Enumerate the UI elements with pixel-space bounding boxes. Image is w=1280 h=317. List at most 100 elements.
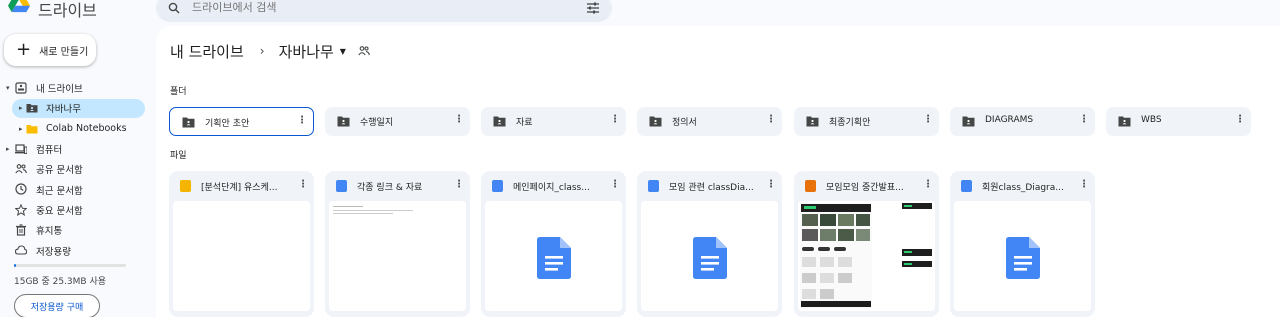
sidebar-item-label: 내 드라이브 xyxy=(36,84,83,96)
more-actions-icon[interactable]: ⋮ xyxy=(923,114,933,125)
folder-card[interactable]: 자료 ⋮ xyxy=(481,107,626,136)
sidebar-item-my-drive[interactable]: ▾ 내 드라이브 xyxy=(0,78,156,98)
new-button[interactable]: + 새로 만들기 xyxy=(4,34,96,66)
folder-card[interactable]: 최종기획안 ⋮ xyxy=(794,107,939,136)
sidebar-item-label: 저장용량 xyxy=(36,246,71,258)
clock-icon xyxy=(15,183,27,196)
google-docs-icon xyxy=(693,237,727,279)
sidebar-item-label: 중요 문서함 xyxy=(36,205,83,217)
docs-file-icon xyxy=(336,180,347,192)
expand-caret-icon[interactable]: ▸ xyxy=(6,145,10,153)
search-icon[interactable] xyxy=(168,2,180,14)
file-name: 각종 링크 & 자료 xyxy=(357,183,423,193)
more-actions-icon[interactable]: ⋮ xyxy=(610,114,620,125)
sidebar-item-starred[interactable]: 중요 문서함 xyxy=(0,200,156,220)
sidebar-item-trash[interactable]: 휴지통 xyxy=(0,220,156,240)
file-card[interactable]: 메인페이지_class... ⋮ xyxy=(481,171,626,317)
sidebar-item-shared-with-me[interactable]: 공유 문서함 xyxy=(0,159,156,179)
plus-icon: + xyxy=(16,39,32,60)
breadcrumb-current[interactable]: 자바나무 xyxy=(279,41,334,62)
sidebar-item-colab-notebooks[interactable]: ▸ Colab Notebooks xyxy=(0,119,156,139)
google-docs-icon xyxy=(537,237,571,279)
expand-caret-icon[interactable]: ▾ xyxy=(6,84,10,92)
search-options-icon[interactable] xyxy=(586,1,600,15)
breadcrumb-separator: › xyxy=(259,44,265,58)
sidebar-item-recent[interactable]: 최근 문서함 xyxy=(0,179,156,199)
folder-name: 기획안 초안 xyxy=(205,119,250,129)
folder-name: 최종기획안 xyxy=(829,118,871,128)
more-actions-icon[interactable]: ⋮ xyxy=(1235,114,1245,125)
computer-icon xyxy=(15,144,27,154)
sidebar-item-computers[interactable]: ▸ 컴퓨터 xyxy=(0,139,156,159)
more-actions-icon[interactable]: ⋮ xyxy=(766,114,776,125)
buy-storage-button[interactable]: 저장용량 구매 xyxy=(14,294,100,317)
file-thumbnail xyxy=(798,201,935,311)
folder-name: WBS xyxy=(1141,115,1162,125)
more-actions-icon[interactable]: ⋮ xyxy=(766,179,776,190)
shared-folder-icon xyxy=(337,116,350,127)
shared-folder-icon xyxy=(962,116,975,127)
file-thumbnail xyxy=(641,201,778,311)
slides-file-icon xyxy=(180,180,191,192)
sidebar-nav: ▾ 내 드라이브 ▸ 자바나무 ▸ Colab Notebooks ▸ 컴퓨터 … xyxy=(0,78,156,261)
more-actions-icon[interactable]: ⋮ xyxy=(923,179,933,190)
folder-card[interactable]: 기획안 초안 ⋮ xyxy=(169,107,314,136)
file-name: 모임 관련 classDia... xyxy=(669,183,754,193)
shared-folder-icon xyxy=(649,116,662,127)
trash-icon xyxy=(16,224,26,236)
breadcrumb-root[interactable]: 내 드라이브 xyxy=(170,41,244,62)
storage-usage-text: 15GB 중 25.3MB 사용 xyxy=(14,277,107,287)
breadcrumb: 내 드라이브 › 자바나무 ▼ xyxy=(170,40,370,62)
folder-card[interactable]: DIAGRAMS ⋮ xyxy=(950,107,1095,136)
people-icon xyxy=(15,164,27,174)
drive-logo-icon[interactable] xyxy=(8,0,30,14)
file-card-header: [분석단계] 유스케... ⋮ xyxy=(169,171,314,201)
folder-card[interactable]: 수행일지 ⋮ xyxy=(325,107,470,136)
app-title[interactable]: 드라이브 xyxy=(38,0,97,21)
file-card[interactable]: 모임모임 중간발표... ⋮ xyxy=(794,171,939,317)
search-input[interactable] xyxy=(192,0,572,17)
file-thumbnail xyxy=(485,201,622,311)
more-actions-icon[interactable]: ⋮ xyxy=(1079,114,1089,125)
more-actions-icon[interactable]: ⋮ xyxy=(297,115,307,126)
more-actions-icon[interactable]: ⋮ xyxy=(454,179,464,190)
folder-card[interactable]: 정의서 ⋮ xyxy=(637,107,782,136)
docs-file-icon xyxy=(648,180,659,192)
presentation-preview xyxy=(800,203,932,308)
storage-usage-bar xyxy=(14,264,126,267)
more-actions-icon[interactable]: ⋮ xyxy=(454,114,464,125)
more-actions-icon[interactable]: ⋮ xyxy=(610,179,620,190)
folders-section-label: 폴더 xyxy=(170,87,187,97)
file-card-header: 모임모임 중간발표... ⋮ xyxy=(794,171,939,201)
sidebar-item-storage[interactable]: 저장용량 xyxy=(0,240,156,260)
folder-icon xyxy=(26,124,38,134)
expand-caret-icon[interactable]: ▸ xyxy=(19,104,23,112)
file-name: 모임모임 중간발표... xyxy=(826,183,904,193)
sidebar-item-label: 공유 문서함 xyxy=(36,165,83,177)
sidebar-item-jabanamu[interactable]: ▸ 자바나무 xyxy=(0,98,156,119)
docs-file-icon xyxy=(961,180,972,192)
search-bar[interactable] xyxy=(156,0,612,22)
shared-folder-icon xyxy=(806,116,819,127)
file-card[interactable]: 각종 링크 & 자료 ⋮ xyxy=(325,171,470,317)
file-card[interactable]: 회원class_Diagra... ⋮ xyxy=(950,171,1095,317)
file-card[interactable]: 모임 관련 classDia... ⋮ xyxy=(637,171,782,317)
file-card[interactable]: [분석단계] 유스케... ⋮ xyxy=(169,171,314,317)
folder-name: 정의서 xyxy=(672,118,697,128)
more-actions-icon[interactable]: ⋮ xyxy=(298,179,308,190)
folder-card[interactable]: WBS ⋮ xyxy=(1106,107,1251,136)
more-actions-icon[interactable]: ⋮ xyxy=(1079,179,1089,190)
file-card-header: 각종 링크 & 자료 ⋮ xyxy=(325,171,470,201)
shared-folder-icon xyxy=(26,104,38,113)
expand-caret-icon[interactable]: ▸ xyxy=(19,125,23,133)
sidebar-item-label: 자바나무 xyxy=(46,104,81,116)
file-name: 회원class_Diagra... xyxy=(982,183,1064,193)
sidebar-item-label: 최근 문서함 xyxy=(36,185,83,197)
file-thumbnail xyxy=(173,201,310,311)
shared-people-icon[interactable] xyxy=(358,45,370,57)
docs-file-icon xyxy=(492,180,503,192)
top-bar: 드라이브 xyxy=(0,0,1280,26)
my-drive-icon xyxy=(15,82,27,94)
google-docs-icon xyxy=(1006,237,1040,279)
dropdown-arrow-icon[interactable]: ▼ xyxy=(340,47,346,56)
